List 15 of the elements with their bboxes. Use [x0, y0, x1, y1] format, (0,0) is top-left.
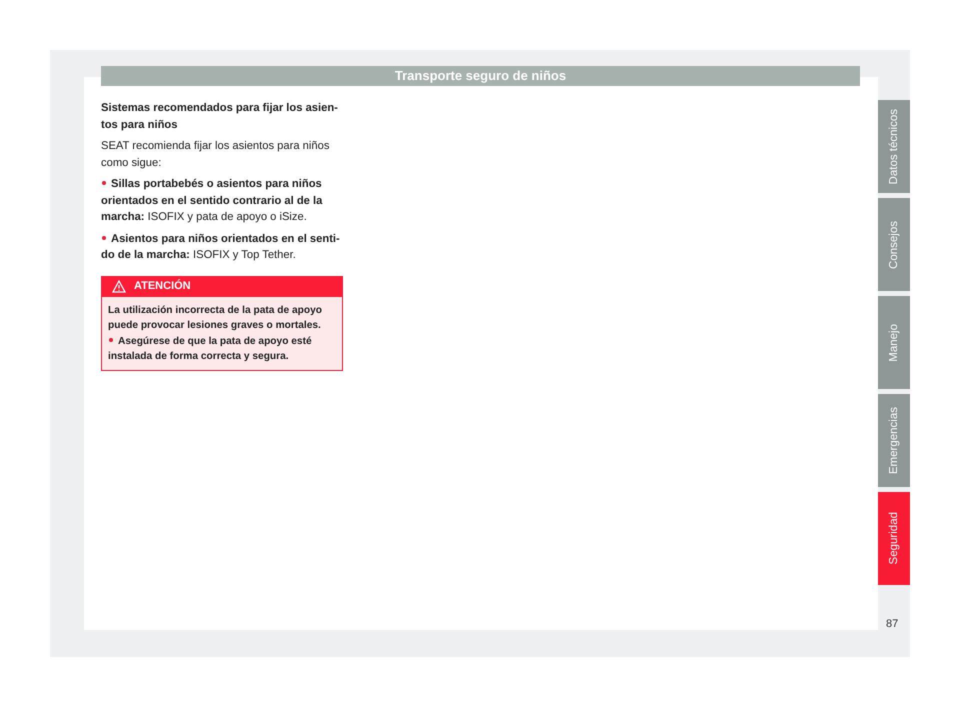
section-heading: Sistemas recomendados para fijar los asien- tos para niños — [101, 101, 339, 132]
list-item-text: Asegúrese de que la pata de apoyo esté instalada de forma correcta y segura. — [108, 334, 313, 364]
list-item-text: Asientos para niños orientados en el senti- do de la marcha: ISOFIX y Top Tether. — [101, 232, 341, 263]
chapter-tab[interactable]: Emergencias — [878, 394, 910, 487]
intro-text: SEAT recomienda fijar los asientos para niños como sigue: — [101, 139, 330, 170]
page-number: 87 — [886, 618, 898, 630]
list-item-text: Sillas portabebés o asientos para niños orientados en el sentido contrario al de la marcha: ISOFIX y pata de apoyo o iSize. — [101, 177, 324, 225]
warning-icon — [112, 280, 126, 293]
chapter-tab[interactable]: Datos técnicos — [878, 100, 910, 193]
chapter-tab[interactable]: Manejo — [878, 296, 910, 389]
warning-title: ATENCIÓN — [134, 278, 191, 294]
chapter-tab[interactable]: Consejos — [878, 198, 910, 291]
page-title: Transporte seguro de niños — [394, 68, 566, 83]
warning-text: La utilización incorrecta de la pata de apoyo puede provocar lesiones graves o mortales. — [108, 304, 323, 333]
chapter-tab[interactable]: Seguridad — [878, 492, 910, 585]
